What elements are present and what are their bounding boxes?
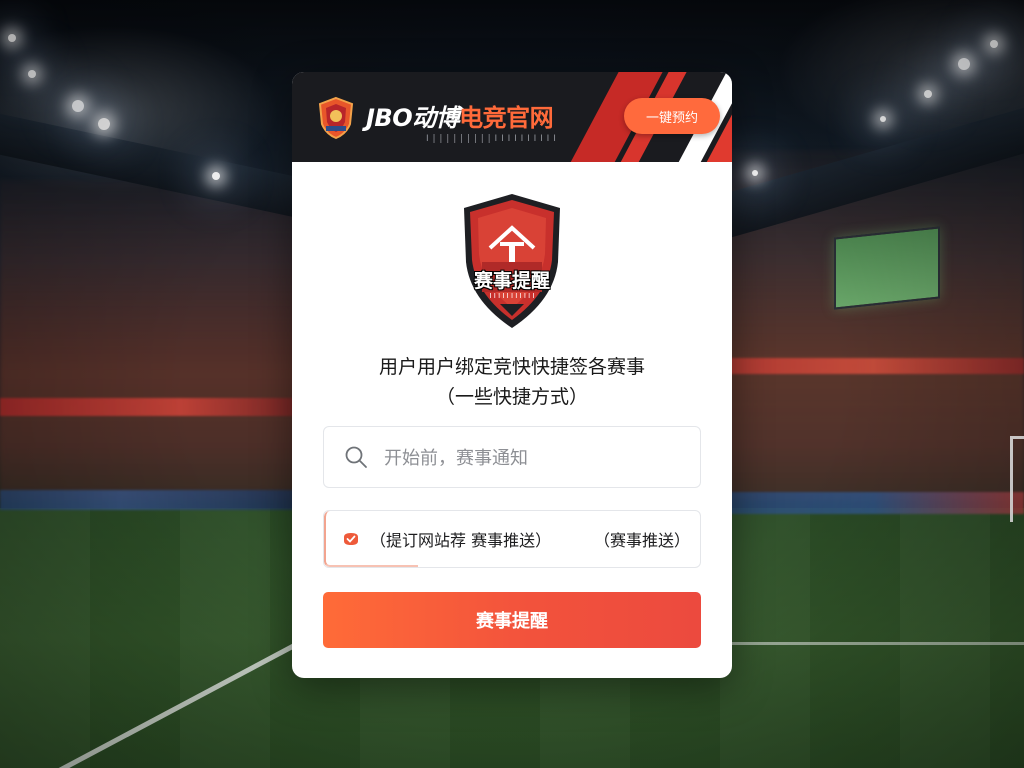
brand-highlight: 电竞官网 <box>459 104 554 132</box>
search-icon <box>345 446 367 468</box>
search-input[interactable]: 开始前，赛事通知 <box>323 426 701 488</box>
brand-subtitle: I | | | | | | | | | I I I I I I I I I I <box>426 134 557 144</box>
badge-subtitle: I I I I I I I I I I I <box>489 292 535 300</box>
badge-title: 赛事提醒 <box>473 270 550 292</box>
event-reminder-button[interactable]: 赛事提醒 <box>323 592 701 648</box>
bell-check-icon <box>344 533 358 545</box>
description-line-1: 用户用户绑定竞快快捷签各赛事 <box>378 356 645 378</box>
search-placeholder: 开始前，赛事通知 <box>384 448 528 469</box>
event-reminder-shield-icon <box>464 194 560 328</box>
subscribe-right-label: （赛事推送） <box>593 531 690 550</box>
one-click-reserve-button[interactable]: 一键预约 <box>624 98 720 134</box>
brand-shield-logo <box>318 96 354 140</box>
subscribe-label: （提订网站荐 赛事推送） <box>370 531 552 550</box>
card-header: JBO动博电竞官网 I | | | | | | | | | I I I I I … <box>292 72 732 162</box>
subscribe-option[interactable]: （提订网站荐 赛事推送） （赛事推送） <box>323 510 701 568</box>
description-line-2: （一些快捷方式） <box>435 386 588 408</box>
brand-cn: 动博 <box>412 104 460 132</box>
description: 用户用户绑定竞快快捷签各赛事 （一些快捷方式） <box>292 352 732 412</box>
brand-name: JBO动博电竞官网 <box>366 98 554 133</box>
brand-main: JBO <box>366 104 413 132</box>
event-reminder-badge: 赛事提醒 I I I I I I I I I I I <box>460 192 564 332</box>
reminder-card: JBO动博电竞官网 I | | | | | | | | | I I I I I … <box>292 72 732 678</box>
